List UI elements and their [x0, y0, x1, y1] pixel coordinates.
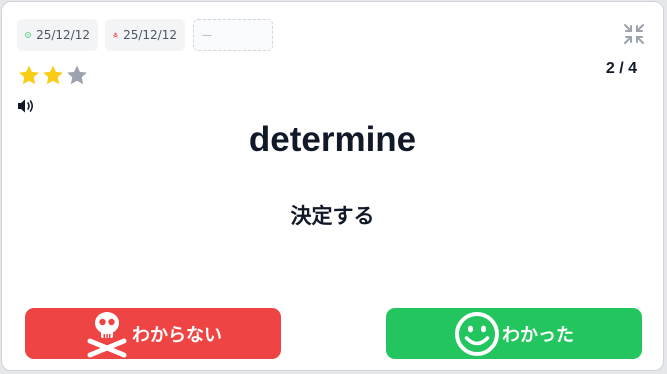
- progress-counter: 2 / 4: [605, 60, 637, 77]
- smile-icon: [25, 32, 31, 38]
- unknown-date-badge: 25/12/12: [105, 19, 185, 51]
- empty-badge-text: —: [202, 29, 212, 41]
- known-button-label: わかった: [502, 324, 574, 346]
- skull-crossbones-icon: [113, 32, 118, 38]
- meaning: 決定する: [290, 204, 375, 228]
- speaker-icon[interactable]: [17, 98, 37, 114]
- smile-icon: [455, 311, 499, 356]
- known-button[interactable]: わかった: [386, 308, 642, 359]
- unknown-button[interactable]: わからない: [25, 308, 281, 359]
- known-date: 25/12/12: [36, 28, 90, 42]
- known-date-badge: 25/12/12: [17, 19, 98, 51]
- unknown-date: 25/12/12: [123, 28, 177, 42]
- unknown-button-label: わからない: [132, 324, 222, 346]
- empty-badge: —: [193, 19, 273, 51]
- star-filled-icon: [43, 65, 63, 85]
- skull-crossbones-icon: [87, 311, 127, 357]
- star-rating: [17, 63, 89, 87]
- collapse-icon[interactable]: [622, 22, 646, 46]
- star-filled-icon: [19, 65, 39, 85]
- word: determine: [248, 120, 417, 159]
- flashcard: 25/12/12 25/12/12 — 2 / 4 determine 決定する…: [1, 1, 664, 371]
- star-empty-icon: [67, 65, 87, 85]
